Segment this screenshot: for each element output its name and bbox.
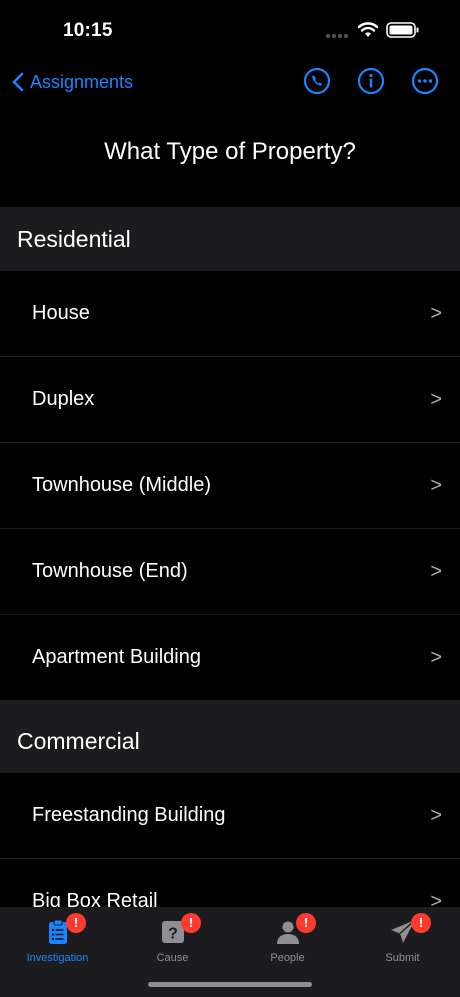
more-icon[interactable]	[411, 67, 439, 95]
list-item-label: Duplex	[32, 388, 95, 410]
info-icon[interactable]	[357, 67, 385, 95]
list-item-label: Big Box Retail	[32, 890, 158, 907]
section-header-residential: Residential	[0, 207, 460, 271]
chevron-right-icon: >	[430, 302, 442, 324]
back-button[interactable]: Assignments	[12, 66, 133, 98]
chevron-right-icon: >	[430, 646, 442, 668]
home-indicator[interactable]	[148, 982, 312, 987]
list-item[interactable]: Townhouse (End) >	[0, 529, 460, 615]
tab-label: Submit	[385, 952, 420, 964]
tab-label: Investigation	[26, 952, 89, 964]
section-header-commercial: Commercial	[0, 709, 460, 773]
list-item-label: Townhouse (End)	[32, 560, 188, 582]
badge-icon: !	[66, 913, 86, 933]
tab-label: Cause	[156, 952, 189, 964]
chevron-right-icon: >	[430, 474, 442, 496]
navigation-bar: Assignments	[0, 62, 460, 102]
property-type-list: Residential House > Duplex > Townhouse (Mi…	[0, 207, 460, 907]
tab-submit[interactable]: ! Submit	[345, 913, 460, 973]
list-item[interactable]: Big Box Retail >	[0, 859, 460, 907]
list-item[interactable]: Duplex >	[0, 357, 460, 443]
svg-text:?: ?	[168, 926, 178, 943]
wifi-icon	[358, 22, 378, 37]
list-item[interactable]: Freestanding Building >	[0, 773, 460, 859]
badge-icon: !	[181, 913, 201, 933]
list-item[interactable]: House >	[0, 271, 460, 357]
page-title: What Type of Property?	[104, 138, 356, 165]
section-divider	[0, 701, 460, 709]
tab-investigation[interactable]: ! Investigation	[0, 913, 115, 973]
list-item-label: Townhouse (Middle)	[32, 474, 211, 496]
badge-icon: !	[296, 913, 316, 933]
list-item-label: House	[32, 302, 90, 324]
list-item-label: Apartment Building	[32, 646, 201, 668]
list-item-label: Freestanding Building	[32, 804, 226, 826]
chevron-right-icon: >	[430, 560, 442, 582]
tab-label: People	[270, 952, 305, 964]
phone-icon[interactable]	[303, 67, 331, 95]
back-button-label: Assignments	[30, 71, 134, 92]
list-item[interactable]: Apartment Building >	[0, 615, 460, 701]
chevron-left-icon	[12, 72, 24, 92]
cellular-signal-icon	[326, 34, 348, 38]
tab-cause[interactable]: ? ! Cause	[115, 913, 230, 973]
status-time: 10:15	[63, 20, 113, 41]
chevron-right-icon: >	[430, 804, 442, 826]
tab-people[interactable]: ! People	[230, 913, 345, 973]
chevron-right-icon: >	[430, 388, 442, 410]
status-bar: 10:15	[0, 0, 460, 60]
badge-icon: !	[411, 913, 431, 933]
chevron-right-icon: >	[430, 890, 442, 907]
battery-icon	[386, 22, 419, 38]
list-item[interactable]: Townhouse (Middle) >	[0, 443, 460, 529]
tab-bar: ! Investigation ? ! Cause ! People ! Sub…	[0, 907, 460, 997]
